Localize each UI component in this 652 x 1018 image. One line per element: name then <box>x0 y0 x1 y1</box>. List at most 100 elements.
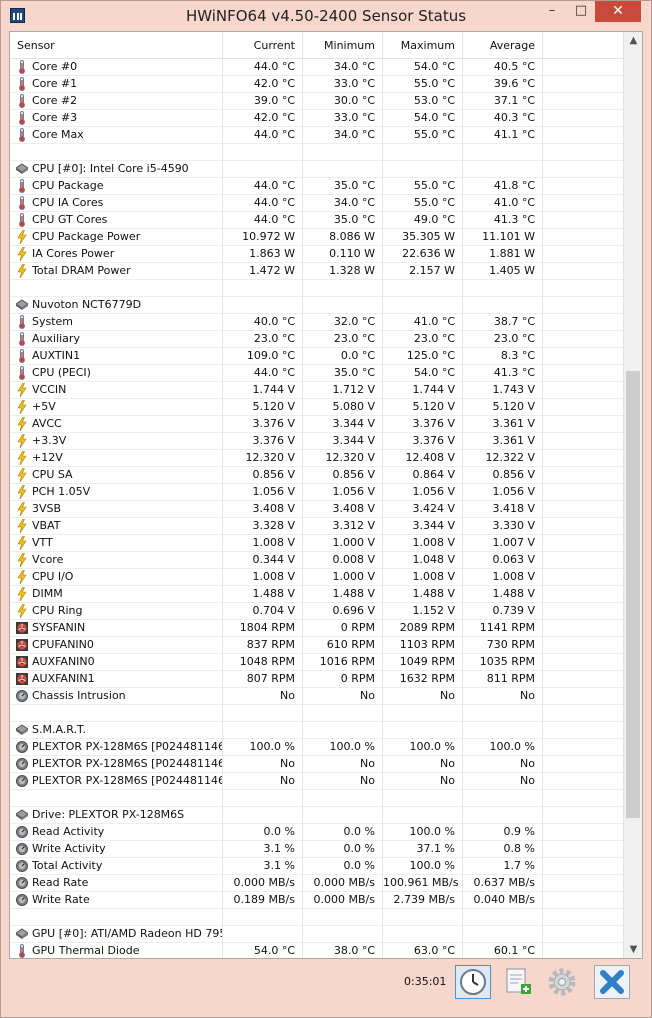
maximum-value: No <box>383 773 463 790</box>
reset-timer-button[interactable] <box>455 965 491 999</box>
maximum-value: 2089 RPM <box>383 620 463 637</box>
empty-cell <box>223 280 303 297</box>
sensor-row[interactable]: PLEXTOR PX-128M6S [P0244811461... 100.0 %… <box>10 739 623 756</box>
sensor-row[interactable]: CPU Ring 0.704 V 0.696 V 1.152 V 0.739 V <box>10 603 623 620</box>
sensor-row[interactable]: CPU (PECI) 44.0 °C 35.0 °C 54.0 °C 41.3 °C <box>10 365 623 382</box>
sensor-row[interactable]: Core #1 42.0 °C 33.0 °C 55.0 °C 39.6 °C <box>10 76 623 93</box>
sensor-row[interactable]: CPU GT Cores 44.0 °C 35.0 °C 49.0 °C 41.3 °C <box>10 212 623 229</box>
lightning-icon <box>17 536 27 550</box>
sensor-label: +5V <box>32 400 56 413</box>
gauge-icon <box>16 775 28 787</box>
lightning-icon <box>17 485 27 499</box>
sensor-name: +12V <box>10 450 223 467</box>
column-header-average[interactable]: Average <box>463 32 543 58</box>
column-header-minimum[interactable]: Minimum <box>303 32 383 58</box>
sensor-row[interactable]: Core #3 42.0 °C 33.0 °C 54.0 °C 40.3 °C <box>10 110 623 127</box>
current-value: 42.0 °C <box>223 110 303 127</box>
sensor-row[interactable]: Read Rate 0.000 MB/s 0.000 MB/s 100.961 MB/… <box>10 875 623 892</box>
sensor-row[interactable]: Total DRAM Power 1.472 W 1.328 W 2.157 W 1.4… <box>10 263 623 280</box>
sensor-group-row[interactable]: Drive: PLEXTOR PX-128M6S <box>10 807 623 824</box>
sensor-row[interactable]: AUXFANIN1 807 RPM 0 RPM 1632 RPM 811 RPM <box>10 671 623 688</box>
sensor-name: VBAT <box>10 518 223 535</box>
sensor-row[interactable]: Core #2 39.0 °C 30.0 °C 53.0 °C 37.1 °C <box>10 93 623 110</box>
maximum-value: 55.0 °C <box>383 195 463 212</box>
maximum-value: 53.0 °C <box>383 93 463 110</box>
maximum-value: 3.344 V <box>383 518 463 535</box>
sensor-row[interactable]: AUXFANIN0 1048 RPM 1016 RPM 1049 RPM 1035 RP… <box>10 654 623 671</box>
maximum-value: 3.424 V <box>383 501 463 518</box>
minimum-value: 1016 RPM <box>303 654 383 671</box>
sensor-row[interactable]: CPU SA 0.856 V 0.856 V 0.864 V 0.856 V <box>10 467 623 484</box>
maximize-button[interactable]: □ <box>567 1 595 22</box>
exit-button[interactable] <box>594 965 630 999</box>
column-header-sensor[interactable]: Sensor <box>10 32 223 58</box>
sensor-row[interactable]: Core #0 44.0 °C 34.0 °C 54.0 °C 40.5 °C <box>10 59 623 76</box>
close-button[interactable]: ✕ <box>595 1 641 22</box>
minimum-value: 3.312 V <box>303 518 383 535</box>
sensor-row[interactable]: IA Cores Power 1.863 W 0.110 W 22.636 W 1.88… <box>10 246 623 263</box>
average-value: 41.1 °C <box>463 127 543 144</box>
lightning-icon <box>17 468 27 482</box>
sensor-row[interactable]: VTT 1.008 V 1.000 V 1.008 V 1.007 V <box>10 535 623 552</box>
current-value: 44.0 °C <box>223 127 303 144</box>
sensor-group-row[interactable]: GPU [#0]: ATI/AMD Radeon HD 795... <box>10 926 623 943</box>
sensor-row[interactable]: Chassis Intrusion No No No No <box>10 688 623 705</box>
sensor-row[interactable]: Total Activity 3.1 % 0.0 % 100.0 % 1.7 % <box>10 858 623 875</box>
vertical-scrollbar[interactable]: ▲ ▼ <box>623 32 642 958</box>
sensor-row[interactable]: +12V 12.320 V 12.320 V 12.408 V 12.322 V <box>10 450 623 467</box>
sensor-row[interactable]: Vcore 0.344 V 0.008 V 1.048 V 0.063 V <box>10 552 623 569</box>
sensor-row[interactable]: CPU Package 44.0 °C 35.0 °C 55.0 °C 41.8 °C <box>10 178 623 195</box>
scroll-down-arrow-icon[interactable]: ▼ <box>624 941 642 958</box>
settings-button[interactable] <box>544 965 580 999</box>
chip-icon <box>16 724 28 735</box>
scrollbar-thumb[interactable] <box>626 371 640 818</box>
sensor-row[interactable]: System 40.0 °C 32.0 °C 41.0 °C 38.7 °C <box>10 314 623 331</box>
sensor-row[interactable]: +5V 5.120 V 5.080 V 5.120 V 5.120 V <box>10 399 623 416</box>
sensor-name: System <box>10 314 223 331</box>
average-value: 0.856 V <box>463 467 543 484</box>
sensor-row[interactable]: VCCIN 1.744 V 1.712 V 1.744 V 1.743 V <box>10 382 623 399</box>
column-header-current[interactable]: Current <box>223 32 303 58</box>
sensor-label: AUXTIN1 <box>32 349 81 362</box>
current-value: 12.320 V <box>223 450 303 467</box>
maximum-value: 3.376 V <box>383 416 463 433</box>
fan-icon <box>16 622 28 634</box>
current-value: 1.056 V <box>223 484 303 501</box>
sensor-row[interactable]: 3VSB 3.408 V 3.408 V 3.424 V 3.418 V <box>10 501 623 518</box>
average-value: 40.3 °C <box>463 110 543 127</box>
current-value: 54.0 °C <box>223 943 303 958</box>
sensor-row[interactable]: Auxiliary 23.0 °C 23.0 °C 23.0 °C 23.0 °C <box>10 331 623 348</box>
sensor-row[interactable]: CPU IA Cores 44.0 °C 34.0 °C 55.0 °C 41.0 °C <box>10 195 623 212</box>
save-report-button[interactable] <box>500 965 536 999</box>
sensor-row[interactable]: Core Max 44.0 °C 34.0 °C 55.0 °C 41.1 °C <box>10 127 623 144</box>
sensor-row[interactable]: CPU Package Power 10.972 W 8.086 W 35.305 W… <box>10 229 623 246</box>
sensor-row[interactable]: AVCC 3.376 V 3.344 V 3.376 V 3.361 V <box>10 416 623 433</box>
minimum-value: 0.856 V <box>303 467 383 484</box>
minimize-button[interactable]: – <box>538 1 566 22</box>
sensor-row[interactable]: Read Activity 0.0 % 0.0 % 100.0 % 0.9 % <box>10 824 623 841</box>
title-bar[interactable]: HWiNFO64 v4.50-2400 Sensor Status – □ ✕ <box>1 1 651 31</box>
sensor-row[interactable]: SYSFANIN 1804 RPM 0 RPM 2089 RPM 1141 RPM <box>10 620 623 637</box>
sensor-row[interactable]: CPUFANIN0 837 RPM 610 RPM 1103 RPM 730 RPM <box>10 637 623 654</box>
sensor-row[interactable]: +3.3V 3.376 V 3.344 V 3.376 V 3.361 V <box>10 433 623 450</box>
sensor-group-row[interactable]: S.M.A.R.T. <box>10 722 623 739</box>
lightning-icon <box>17 587 27 601</box>
column-header-maximum[interactable]: Maximum <box>383 32 463 58</box>
sensor-row[interactable]: PLEXTOR PX-128M6S [P0244811461... No No No N… <box>10 756 623 773</box>
sensor-name: PCH 1.05V <box>10 484 223 501</box>
sensor-row[interactable]: Write Rate 0.189 MB/s 0.000 MB/s 2.739 MB/s… <box>10 892 623 909</box>
sensor-row[interactable]: AUXTIN1 109.0 °C 0.0 °C 125.0 °C 8.3 °C <box>10 348 623 365</box>
maximum-value: 55.0 °C <box>383 178 463 195</box>
sensor-row[interactable]: PCH 1.05V 1.056 V 1.056 V 1.056 V 1.056 V <box>10 484 623 501</box>
scroll-up-arrow-icon[interactable]: ▲ <box>624 32 642 49</box>
sensor-row[interactable]: VBAT 3.328 V 3.312 V 3.344 V 3.330 V <box>10 518 623 535</box>
sensor-row[interactable]: DIMM 1.488 V 1.488 V 1.488 V 1.488 V <box>10 586 623 603</box>
sensor-row[interactable]: CPU I/O 1.008 V 1.000 V 1.008 V 1.008 V <box>10 569 623 586</box>
minimum-value <box>303 926 383 943</box>
sensor-row[interactable]: PLEXTOR PX-128M6S [P0244811461... No No No N… <box>10 773 623 790</box>
sensor-row[interactable]: GPU Thermal Diode 54.0 °C 38.0 °C 63.0 °C 60… <box>10 943 623 958</box>
sensor-group-row[interactable]: Nuvoton NCT6779D <box>10 297 623 314</box>
sensor-row[interactable]: Write Activity 3.1 % 0.0 % 37.1 % 0.8 % <box>10 841 623 858</box>
sensor-group-row[interactable]: CPU [#0]: Intel Core i5-4590 <box>10 161 623 178</box>
current-value: 1804 RPM <box>223 620 303 637</box>
